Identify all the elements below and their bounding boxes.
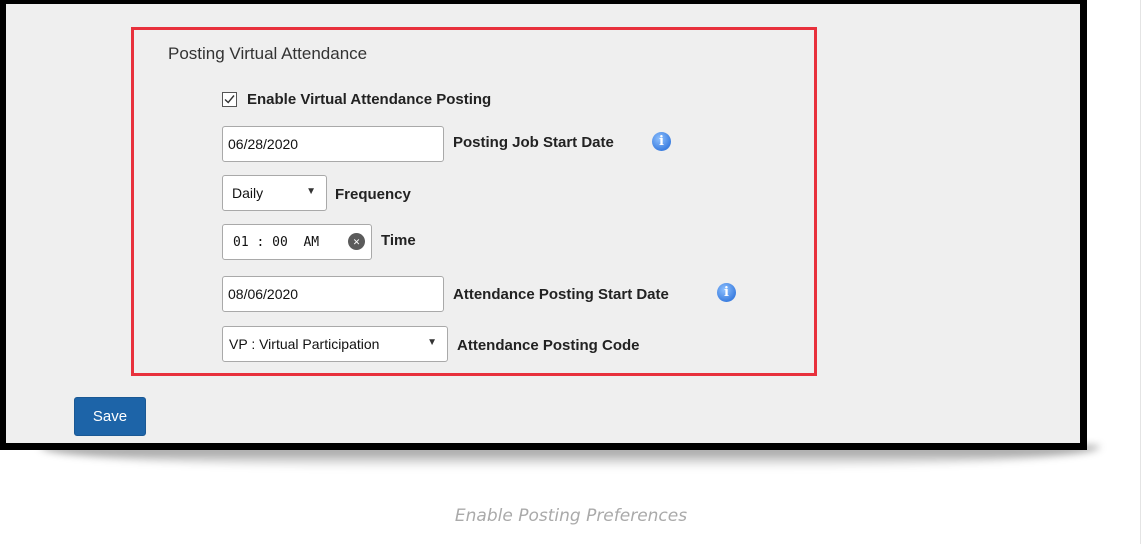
time-label: Time bbox=[381, 232, 416, 249]
chevron-down-icon: ▼ bbox=[306, 186, 316, 197]
figure-caption: Enable Posting Preferences bbox=[454, 506, 688, 526]
chevron-down-icon: ▼ bbox=[427, 337, 437, 348]
section-title: Posting Virtual Attendance bbox=[168, 44, 368, 63]
enable-posting-label: Enable Virtual Attendance Posting bbox=[247, 91, 492, 108]
enable-posting-checkbox[interactable] bbox=[222, 92, 237, 107]
posting-job-start-date-label: Posting Job Start Date bbox=[453, 134, 614, 151]
save-button[interactable]: Save bbox=[74, 397, 146, 436]
attendance-posting-code-selected-value: VP : Virtual Participation bbox=[229, 336, 380, 352]
info-icon[interactable]: i bbox=[717, 283, 736, 302]
frequency-select[interactable]: Daily ▼ bbox=[222, 175, 327, 211]
checkmark-icon bbox=[224, 95, 235, 104]
time-value: 01 : 00 AM bbox=[233, 234, 320, 250]
posting-job-start-date-input[interactable]: 06/28/2020 bbox=[222, 126, 444, 162]
info-icon[interactable]: i bbox=[652, 132, 671, 151]
frequency-selected-value: Daily bbox=[232, 185, 264, 201]
attendance-posting-code-select[interactable]: VP : Virtual Participation ▼ bbox=[222, 326, 448, 362]
attendance-posting-code-label: Attendance Posting Code bbox=[457, 337, 640, 354]
time-input[interactable]: 01 : 00 AM ✕ bbox=[222, 224, 372, 260]
frequency-label: Frequency bbox=[335, 186, 411, 203]
page-edge-rule bbox=[1140, 0, 1141, 544]
enable-posting-row: Enable Virtual Attendance Posting bbox=[222, 91, 491, 108]
attendance-posting-start-date-label: Attendance Posting Start Date bbox=[453, 286, 669, 303]
attendance-posting-start-date-input[interactable]: 08/06/2020 bbox=[222, 276, 444, 312]
clear-icon[interactable]: ✕ bbox=[348, 233, 365, 250]
